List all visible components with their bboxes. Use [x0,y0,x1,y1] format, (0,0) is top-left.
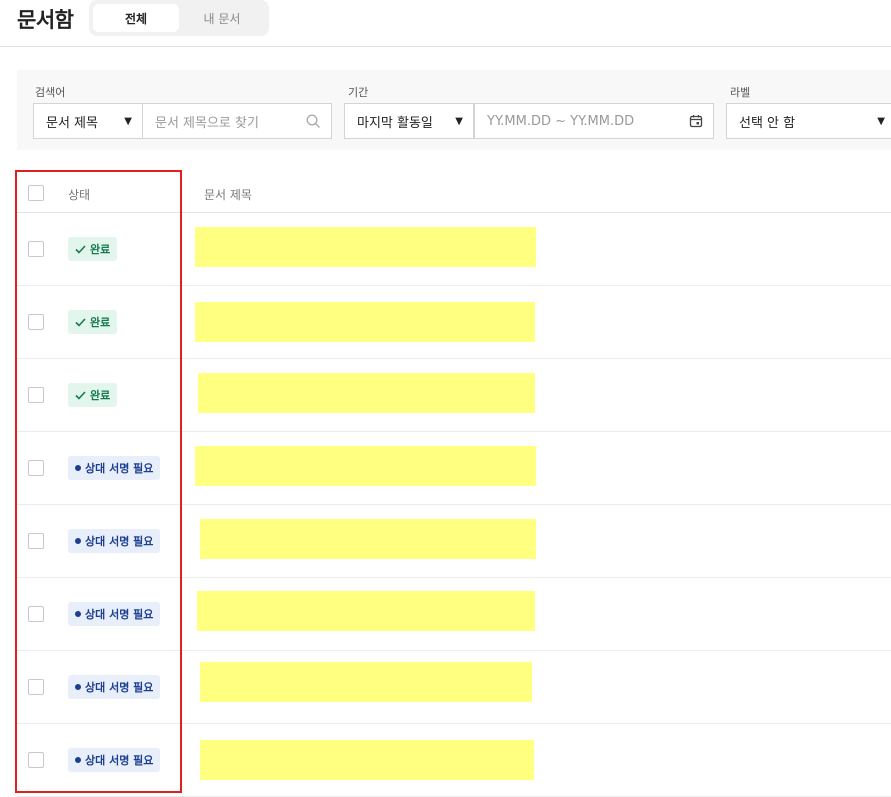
tab-my-documents[interactable]: 내 문서 [179,4,265,32]
status-text: 상대 서명 필요 [85,462,154,475]
status-badge: 상대 서명 필요 [68,748,161,772]
redacted-title [200,740,534,780]
status-badge: 완료 [68,310,118,334]
filter-panel: 검색어 문서 제목 ▼ 문서 제목으로 찾기 기간 마지막 활동일 ▼ YY.M… [17,70,891,150]
document-scope-tabs: 전체 내 문서 [89,0,269,36]
status-badge: 상대 서명 필요 [68,529,161,553]
label-filter-label: 라벨 [730,86,751,99]
table-row[interactable]: 상대 서명 필요 [17,724,891,797]
redacted-title [195,227,536,267]
period-type-value: 마지막 활동일 [357,115,433,131]
dot-icon [75,757,81,763]
status-badge: 상대 서명 필요 [68,456,161,480]
date-range-input[interactable]: YY.MM.DD ~ YY.MM.DD [474,103,714,139]
row-checkbox[interactable] [28,752,44,768]
calendar-icon[interactable] [689,114,713,128]
page-header: 문서함 전체 내 문서 [0,0,891,47]
tab-all[interactable]: 전체 [93,4,179,32]
redacted-title [200,519,536,559]
status-text: 완료 [90,316,111,329]
redacted-title [197,591,535,631]
status-badge: 상대 서명 필요 [68,602,161,626]
check-icon [75,390,86,400]
page-title: 문서함 [17,8,74,32]
column-status: 상태 [68,188,91,202]
table-header: 상태 문서 제목 [17,172,891,213]
row-checkbox[interactable] [28,533,44,549]
dot-icon [75,538,81,544]
table-row[interactable]: 상대 서명 필요 [17,578,891,651]
status-text: 완료 [90,389,111,402]
status-badge: 완료 [68,237,118,261]
dot-icon [75,611,81,617]
search-placeholder: 문서 제목으로 찾기 [155,115,259,131]
table-row[interactable]: 완료 [17,213,891,286]
search-scope-select[interactable]: 문서 제목 ▼ [33,103,143,139]
row-checkbox[interactable] [28,387,44,403]
status-text: 상대 서명 필요 [85,681,154,694]
table-row[interactable]: 상대 서명 필요 [17,505,891,578]
status-text: 상대 서명 필요 [85,535,154,548]
table-row[interactable]: 상대 서명 필요 [17,432,891,505]
select-all-checkbox[interactable] [28,185,44,201]
caret-down-icon: ▼ [455,115,463,127]
status-text: 상대 서명 필요 [85,608,154,621]
column-title: 문서 제목 [204,188,252,202]
status-text: 상대 서명 필요 [85,754,154,767]
label-filter-select[interactable]: 선택 안 함 ▼ [726,103,891,139]
redacted-title [200,662,532,702]
label-filter-value: 선택 안 함 [739,115,796,131]
status-text: 완료 [90,243,111,256]
period-type-select[interactable]: 마지막 활동일 ▼ [344,103,474,139]
redacted-title [195,446,536,486]
caret-down-icon: ▼ [877,115,885,127]
search-icon[interactable] [306,114,331,129]
row-checkbox[interactable] [28,606,44,622]
dot-icon [75,684,81,690]
caret-down-icon: ▼ [124,115,132,127]
redacted-title [195,302,535,342]
row-checkbox[interactable] [28,460,44,476]
table-row[interactable]: 상대 서명 필요 [17,651,891,724]
search-scope-value: 문서 제목 [46,115,98,131]
row-checkbox[interactable] [28,679,44,695]
row-checkbox[interactable] [28,241,44,257]
date-range-placeholder: YY.MM.DD ~ YY.MM.DD [487,113,635,129]
search-label: 검색어 [35,86,66,99]
table-row[interactable]: 완료 [17,359,891,432]
dot-icon [75,465,81,471]
check-icon [75,244,86,254]
row-checkbox[interactable] [28,314,44,330]
period-label: 기간 [348,86,369,99]
table-row[interactable]: 완료 [17,286,891,359]
check-icon [75,317,86,327]
redacted-title [198,373,535,413]
status-badge: 상대 서명 필요 [68,675,161,699]
status-badge: 완료 [68,383,118,407]
search-input[interactable]: 문서 제목으로 찾기 [142,103,332,139]
